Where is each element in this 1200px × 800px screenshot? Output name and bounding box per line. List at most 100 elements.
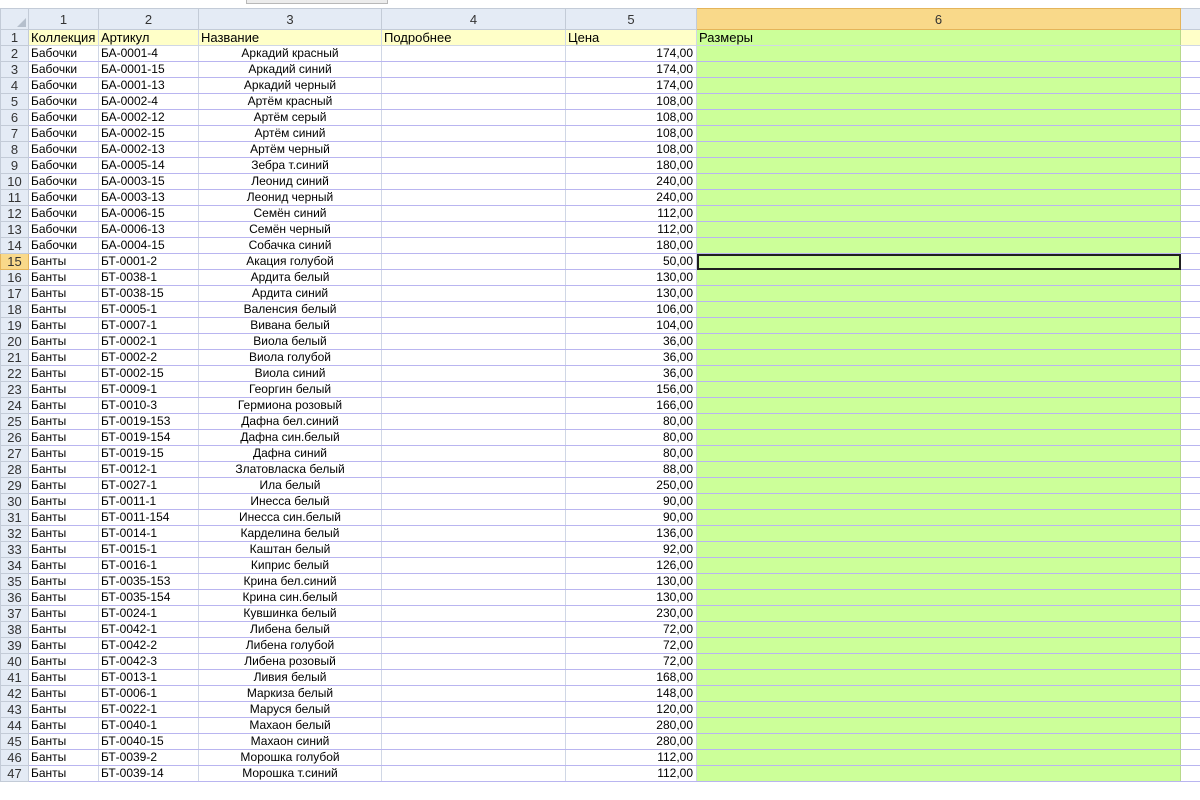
- cell-article[interactable]: БТ-0012-1: [98, 461, 199, 478]
- cell-sizes[interactable]: [696, 509, 1181, 526]
- cell-article[interactable]: БТ-0042-1: [98, 621, 199, 638]
- cell-details[interactable]: [381, 461, 566, 478]
- cell-sizes[interactable]: [696, 541, 1181, 558]
- cell-price[interactable]: 90,00: [565, 509, 697, 526]
- cell-article[interactable]: БТ-0042-3: [98, 653, 199, 670]
- cell-article[interactable]: БТ-0042-2: [98, 637, 199, 654]
- cell-details[interactable]: [381, 509, 566, 526]
- cell-empty[interactable]: [1180, 461, 1200, 478]
- cell-name[interactable]: Ливия белый: [198, 669, 382, 686]
- cell-empty[interactable]: [1180, 685, 1200, 702]
- cell-empty[interactable]: [1180, 333, 1200, 350]
- cell-details[interactable]: [381, 717, 566, 734]
- cell-name[interactable]: Леонид синий: [198, 173, 382, 190]
- cell-details[interactable]: [381, 397, 566, 414]
- cell-name[interactable]: Артём черный: [198, 141, 382, 158]
- cell-sizes[interactable]: [696, 349, 1181, 366]
- cell-article[interactable]: БТ-0014-1: [98, 525, 199, 542]
- cell-name[interactable]: Акация голубой: [198, 253, 382, 270]
- cell-sizes[interactable]: [696, 525, 1181, 542]
- cell-price[interactable]: 108,00: [565, 125, 697, 142]
- cell-price[interactable]: 180,00: [565, 157, 697, 174]
- cell-article[interactable]: БТ-0040-15: [98, 733, 199, 750]
- cell-details[interactable]: [381, 413, 566, 430]
- row-header[interactable]: 29: [0, 477, 29, 494]
- cell-name[interactable]: Дафна синий: [198, 445, 382, 462]
- cell-collection[interactable]: Банты: [28, 701, 99, 718]
- cell-article[interactable]: БА-0001-4: [98, 45, 199, 62]
- cell-empty[interactable]: [1180, 157, 1200, 174]
- cell-price[interactable]: 174,00: [565, 45, 697, 62]
- cell-details[interactable]: [381, 333, 566, 350]
- cell-sizes[interactable]: [696, 381, 1181, 398]
- cell-details[interactable]: [381, 77, 566, 94]
- cell-price[interactable]: 240,00: [565, 173, 697, 190]
- cell-sizes[interactable]: [696, 221, 1181, 238]
- row-header[interactable]: 32: [0, 525, 29, 542]
- cell-article[interactable]: БТ-0019-153: [98, 413, 199, 430]
- cell-collection-header[interactable]: Коллекция: [28, 29, 99, 46]
- cell-name[interactable]: Кувшинка белый: [198, 605, 382, 622]
- cell-price[interactable]: 112,00: [565, 765, 697, 782]
- cell-empty[interactable]: [1180, 349, 1200, 366]
- row-header[interactable]: 6: [0, 109, 29, 126]
- cell-price-header[interactable]: Цена: [565, 29, 697, 46]
- cell-sizes[interactable]: [696, 45, 1181, 62]
- cell-empty[interactable]: [1180, 717, 1200, 734]
- cell-price[interactable]: 72,00: [565, 637, 697, 654]
- cell-empty[interactable]: [1180, 733, 1200, 750]
- cell-sizes[interactable]: [696, 605, 1181, 622]
- cell-sizes[interactable]: [696, 301, 1181, 318]
- select-all-corner[interactable]: [0, 8, 29, 30]
- cell-article[interactable]: БТ-0038-1: [98, 269, 199, 286]
- cell-article[interactable]: БА-0005-14: [98, 157, 199, 174]
- cell-name[interactable]: Артём красный: [198, 93, 382, 110]
- cell-empty[interactable]: [1180, 109, 1200, 126]
- cell-name[interactable]: Зебра т.синий: [198, 157, 382, 174]
- cell-collection[interactable]: Банты: [28, 333, 99, 350]
- row-header[interactable]: 5: [0, 93, 29, 110]
- cell-details[interactable]: [381, 589, 566, 606]
- cell-collection[interactable]: Банты: [28, 765, 99, 782]
- cell-empty[interactable]: [1180, 365, 1200, 382]
- cell-article[interactable]: БТ-0016-1: [98, 557, 199, 574]
- cell-sizes[interactable]: [696, 157, 1181, 174]
- cell-details[interactable]: [381, 109, 566, 126]
- cell-empty[interactable]: [1180, 541, 1200, 558]
- cell-empty[interactable]: [1180, 477, 1200, 494]
- cell-article[interactable]: БА-0002-13: [98, 141, 199, 158]
- cell-empty[interactable]: [1180, 189, 1200, 206]
- cell-name[interactable]: Дафна бел.синий: [198, 413, 382, 430]
- column-header-3[interactable]: 3: [198, 8, 382, 30]
- cell-name[interactable]: Маруся белый: [198, 701, 382, 718]
- cell-collection[interactable]: Банты: [28, 445, 99, 462]
- cell-article[interactable]: БА-0002-4: [98, 93, 199, 110]
- cell-article[interactable]: БТ-0035-154: [98, 589, 199, 606]
- cell-empty[interactable]: [1180, 621, 1200, 638]
- cell-price[interactable]: 108,00: [565, 109, 697, 126]
- cell-name[interactable]: Виола белый: [198, 333, 382, 350]
- cell-name[interactable]: Каштан белый: [198, 541, 382, 558]
- cell-price[interactable]: 80,00: [565, 429, 697, 446]
- cell-details[interactable]: [381, 605, 566, 622]
- cell-price[interactable]: 148,00: [565, 685, 697, 702]
- cell-price[interactable]: 126,00: [565, 557, 697, 574]
- cell-collection[interactable]: Банты: [28, 349, 99, 366]
- row-header[interactable]: 13: [0, 221, 29, 238]
- cell-details[interactable]: [381, 477, 566, 494]
- cell-details[interactable]: [381, 445, 566, 462]
- row-header[interactable]: 25: [0, 413, 29, 430]
- cell-article[interactable]: БА-0002-15: [98, 125, 199, 142]
- row-header[interactable]: 10: [0, 173, 29, 190]
- cell-empty[interactable]: [1180, 253, 1200, 270]
- row-header[interactable]: 4: [0, 77, 29, 94]
- cell-sizes[interactable]: [696, 317, 1181, 334]
- cell-price[interactable]: 50,00: [565, 253, 697, 270]
- column-header-4[interactable]: 4: [381, 8, 566, 30]
- cell-sizes[interactable]: [696, 269, 1181, 286]
- cell-empty[interactable]: [1180, 173, 1200, 190]
- row-header[interactable]: 45: [0, 733, 29, 750]
- cell-name[interactable]: Златовласка белый: [198, 461, 382, 478]
- cell-sizes[interactable]: [696, 429, 1181, 446]
- cell-collection[interactable]: Банты: [28, 605, 99, 622]
